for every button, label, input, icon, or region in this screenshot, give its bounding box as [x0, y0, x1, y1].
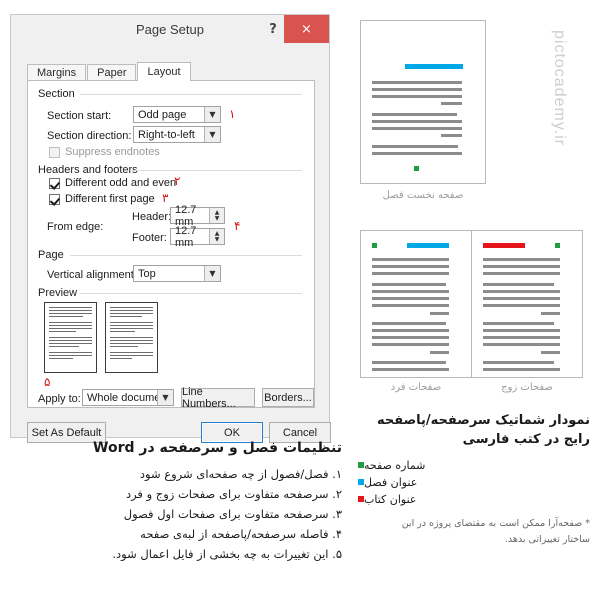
spinner-arrows-icon[interactable]: ▲ ▼: [209, 208, 224, 223]
word-settings-block: تنظیمات فصل و سرصفحه در Word ۱. فصل/فصول…: [20, 440, 342, 567]
headers-footers-group-rule: [132, 170, 302, 171]
first-chapter-page: [360, 20, 486, 184]
section-start-label: Section start:: [47, 110, 112, 122]
list-item: ۳. سرصفحه متفاوت برای صفحات اول فصول: [123, 507, 342, 521]
odd-pages-caption: صفحات فرد: [390, 382, 442, 393]
dialog-titlebar[interactable]: Page Setup ? ×: [11, 15, 329, 43]
apply-to-value: Whole document: [87, 391, 157, 404]
section-group-rule: [80, 94, 302, 95]
chevron-down-icon[interactable]: ▼: [204, 107, 220, 122]
preview-page-left: [44, 302, 97, 373]
footer-label: Footer:: [132, 232, 167, 244]
footnote-line1: * صفحه‌آرا ممکن است به مقتضای پروژه در ا…: [401, 517, 590, 529]
different-odd-even-label: Different odd and even: [65, 177, 177, 189]
footnote-line2: ساختار تغییراتی بدهد.: [504, 533, 590, 545]
vertical-alignment-value: Top: [138, 267, 156, 280]
list-item: ۱. فصل/فصول از چه صفحه‌ای شروع شود: [139, 467, 342, 481]
legend-swatch-red: [358, 496, 364, 503]
section-direction-combo[interactable]: Right-to-left ▼: [133, 126, 221, 143]
footnote: * صفحه‌آرا ممکن است به مقتضای پروژه در ا…: [352, 516, 590, 548]
section-direction-value: Right-to-left: [138, 128, 195, 141]
legend-label: شماره صفحه: [364, 458, 426, 472]
different-first-page-checkbox[interactable]: [49, 193, 60, 205]
page-number-marker: [414, 166, 419, 171]
footer-distance-stepper[interactable]: 12.7 mm ▲ ▼: [170, 225, 225, 249]
legend: شماره صفحه عنوان فصل عنوان کتاب: [352, 459, 590, 506]
dialog-body: Margins Paper Layout Section Section sta…: [11, 43, 331, 443]
chevron-down-icon[interactable]: ▼: [157, 390, 173, 405]
word-settings-heading: تنظیمات فصل و سرصفحه در Word: [93, 440, 342, 456]
book-title-bar: [483, 243, 525, 248]
header-distance-stepper[interactable]: 12.7 mm ▲ ▼: [170, 204, 225, 228]
vertical-alignment-label: Vertical alignment:: [47, 269, 137, 281]
even-page: [471, 230, 583, 378]
suppress-endnotes-row[interactable]: Suppress endnotes: [49, 146, 160, 158]
first-chapter-page-caption: صفحه نخست فصل: [382, 190, 464, 201]
dialog-title: Page Setup: [136, 21, 204, 37]
legend-item-book-title: عنوان کتاب: [352, 493, 590, 506]
diagram-heading-line2: رایج در کتب فارسی: [462, 431, 590, 447]
section-start-value: Odd page: [138, 108, 187, 121]
legend-item-page-number: شماره صفحه: [352, 459, 590, 472]
vertical-alignment-combo[interactable]: Top ▼: [133, 265, 221, 282]
different-odd-even-checkbox[interactable]: [49, 177, 60, 189]
callout-4: ۴: [234, 219, 241, 233]
list-item: ۲. سرصفحه متفاوت برای صفحات زوج و فرد: [125, 487, 342, 501]
legend-swatch-blue: [358, 479, 364, 486]
callout-1: ۱: [229, 107, 236, 121]
preview-group-rule: [80, 293, 302, 294]
legend-label: عنوان فصل: [364, 475, 418, 489]
legend-item-chapter-title: عنوان فصل: [352, 476, 590, 489]
tab-layout[interactable]: Layout: [137, 62, 191, 81]
chapter-title-bar: [405, 64, 463, 69]
tab-margins[interactable]: Margins: [27, 64, 87, 81]
page-group-label: Page: [38, 249, 69, 261]
legend-label: عنوان کتاب: [364, 492, 417, 506]
legend-swatch-green: [358, 462, 364, 469]
even-pages-caption: صفحات زوج: [501, 382, 553, 393]
line-numbers-button[interactable]: Line Numbers...: [181, 386, 255, 410]
section-group-label: Section: [38, 88, 80, 100]
page-number-marker: [372, 243, 377, 248]
callout-2: ۲: [174, 174, 181, 188]
suppress-endnotes-checkbox[interactable]: [49, 146, 60, 158]
headers-footers-group-label: Headers and footers: [38, 164, 143, 176]
odd-page: [360, 230, 472, 378]
list-item: ۵. این تغییرات به چه بخشی از فایل اعمال …: [112, 547, 342, 561]
different-first-page-row[interactable]: Different first page: [49, 193, 155, 205]
spinner-arrows-icon[interactable]: ▲ ▼: [209, 229, 224, 244]
preview-page-right: [105, 302, 158, 373]
preview-group-label: Preview: [38, 287, 83, 299]
suppress-endnotes-label: Suppress endnotes: [65, 146, 160, 158]
chevron-down-icon[interactable]: ▼: [204, 127, 220, 142]
callout-5: ۵: [44, 375, 51, 389]
different-first-page-label: Different first page: [65, 193, 155, 205]
diagram-caption-block: نمودار شماتیک سرصفحه/پاصفحه رایج در کتب …: [352, 412, 590, 548]
page-number-marker: [555, 243, 560, 248]
watermark: pictocademy.ir: [551, 30, 568, 146]
footer-distance-value: 12.7 mm: [175, 224, 197, 249]
callout-3: ۳: [162, 191, 169, 205]
apply-to-combo[interactable]: Whole document ▼: [82, 389, 174, 406]
section-direction-label: Section direction:: [47, 130, 132, 142]
layout-tab-panel: Section Section start: Odd page ▼ ۱ Sect…: [27, 80, 315, 410]
chevron-down-icon[interactable]: ▼: [204, 266, 220, 281]
tab-paper[interactable]: Paper: [87, 64, 137, 81]
page-group-rule: [70, 255, 302, 256]
close-icon[interactable]: ×: [284, 15, 329, 43]
tab-bar: Margins Paper Layout: [27, 62, 192, 81]
different-odd-even-row[interactable]: Different odd and even: [49, 177, 176, 189]
chapter-title-bar: [407, 243, 449, 248]
apply-to-label: Apply to:: [38, 393, 81, 405]
page-setup-dialog: Page Setup ? × Margins Paper Layout Sect…: [10, 14, 331, 443]
diagram-heading-line1: نمودار شماتیک سرصفحه/پاصفحه: [376, 413, 590, 428]
help-icon[interactable]: ?: [263, 19, 283, 39]
header-label: Header:: [132, 211, 172, 223]
list-item: ۴. فاصله سرصفحه/پاصفحه از لبه‌ی صفحه: [140, 527, 342, 541]
section-start-combo[interactable]: Odd page ▼: [133, 106, 221, 123]
borders-button[interactable]: Borders...: [262, 388, 314, 407]
from-edge-label: From edge:: [47, 221, 104, 233]
